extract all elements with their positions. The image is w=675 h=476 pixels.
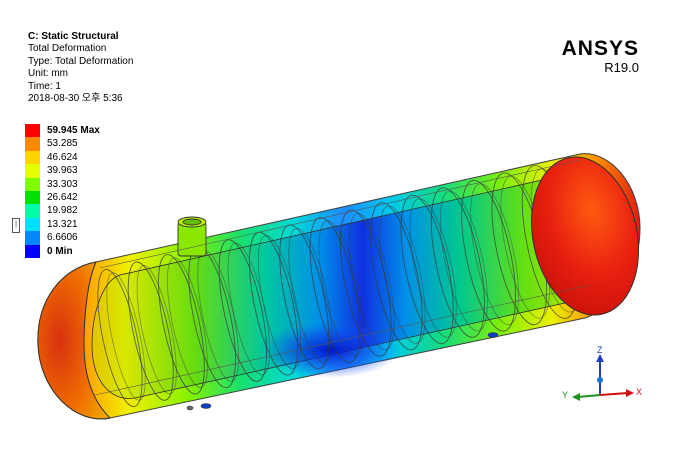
support-left — [200, 403, 212, 409]
min-deformation-region — [260, 322, 400, 378]
support-right — [487, 332, 499, 338]
triad-y-label: Y — [562, 390, 569, 400]
coordinate-triad[interactable]: Z Y X — [560, 345, 650, 415]
triad-z-arrow — [596, 354, 604, 362]
triad-z-label: Z — [597, 345, 603, 355]
triad-x-arrow — [626, 389, 634, 397]
support-left-mark — [186, 405, 194, 411]
triad-y-arrow — [572, 393, 580, 401]
nozzle — [177, 216, 207, 257]
triad-y-axis — [577, 394, 601, 398]
triad-origin — [597, 377, 603, 383]
triad-x-axis — [599, 392, 629, 396]
triad-x-label: X — [636, 387, 643, 397]
